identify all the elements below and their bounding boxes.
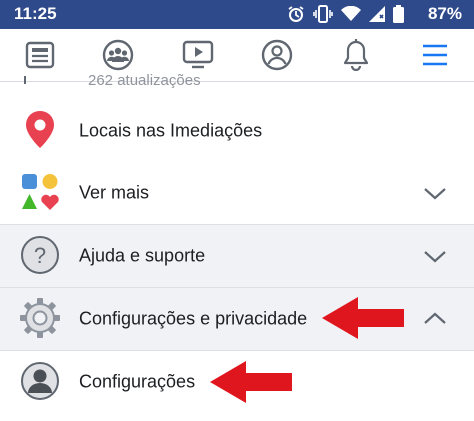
battery-percentage: 87% xyxy=(427,4,462,23)
status-time: 11:25 xyxy=(14,4,57,23)
vibrate-icon xyxy=(313,5,333,28)
person-icon xyxy=(18,359,62,403)
menu-item-nearby-places[interactable]: Locais nas Imediações xyxy=(0,100,474,162)
chevron-down-icon[interactable] xyxy=(421,247,449,265)
groups-icon[interactable] xyxy=(100,37,136,73)
shapes-icon xyxy=(18,170,62,214)
annotation-arrow-icon xyxy=(210,361,292,403)
menu-icon[interactable] xyxy=(417,37,453,73)
profile-icon[interactable] xyxy=(259,37,295,73)
scroll-fragment xyxy=(24,76,26,84)
menu-item-help-support[interactable]: ? Ajuda e suporte xyxy=(0,225,474,287)
news-feed-icon[interactable] xyxy=(22,37,58,73)
menu-item-label: Configurações e privacidade xyxy=(79,308,308,329)
top-navigation xyxy=(0,29,474,82)
watch-icon[interactable] xyxy=(180,37,216,73)
menu-item-label: Configurações xyxy=(79,371,196,392)
menu-item-label: Ajuda e suporte xyxy=(79,245,206,266)
chevron-up-icon[interactable] xyxy=(421,310,449,328)
menu-item-label: Ver mais xyxy=(79,182,150,203)
help-icon: ? xyxy=(18,233,62,277)
status-bar: 11:25 87% xyxy=(0,0,474,29)
list-item-subtitle: 262 atualizações xyxy=(88,72,201,89)
status-icons xyxy=(287,5,404,28)
svg-text:?: ? xyxy=(34,243,46,268)
location-pin-icon xyxy=(18,108,62,152)
annotation-arrow-icon xyxy=(322,297,404,339)
battery-icon xyxy=(393,5,404,28)
signal-icon xyxy=(369,6,385,27)
chevron-down-icon[interactable] xyxy=(421,184,449,202)
menu-item-label: Locais nas Imediações xyxy=(79,120,263,141)
wifi-icon xyxy=(341,5,361,27)
alarm-icon xyxy=(287,5,305,28)
menu-item-see-more[interactable]: Ver mais xyxy=(0,162,474,224)
gear-icon xyxy=(18,296,62,340)
notifications-icon[interactable] xyxy=(338,37,374,73)
